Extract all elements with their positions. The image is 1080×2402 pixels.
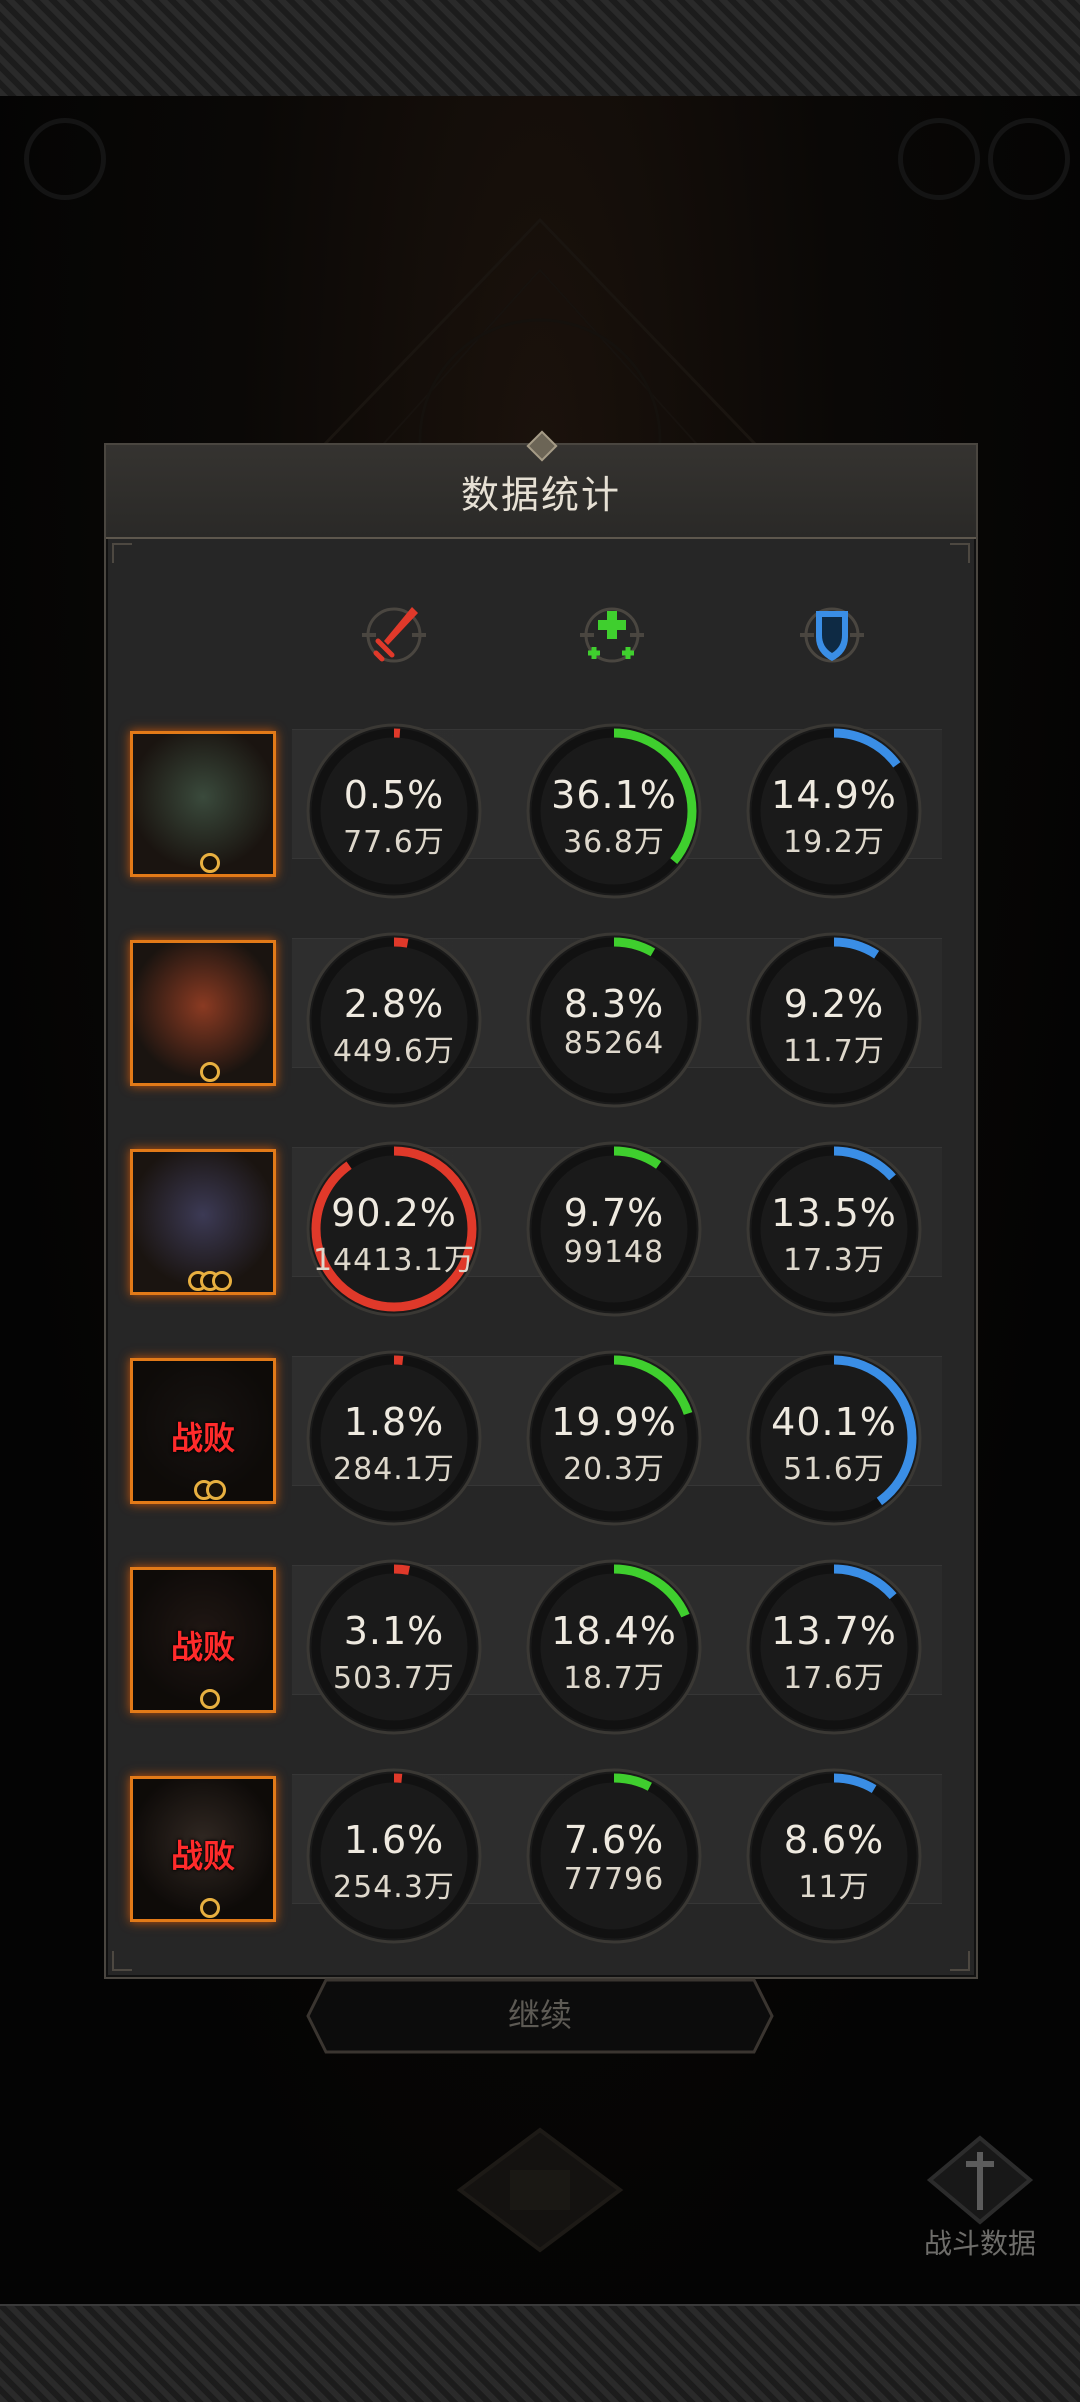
damage-amount: 77.6万 xyxy=(343,825,445,860)
damage-ring: 0.5% 77.6万 xyxy=(304,721,484,901)
heal-amount: 18.7万 xyxy=(563,1661,665,1696)
tank-ring: 9.2% 11.7万 xyxy=(744,930,924,1110)
hero-star-rank xyxy=(200,853,220,877)
damage-amount: 449.6万 xyxy=(333,1034,455,1069)
damage-amount: 14413.1万 xyxy=(312,1243,476,1278)
damage-percent: 2.8% xyxy=(343,982,445,1026)
hero-row: 战败 1.6% 254.3万 7.6% 77796 8.6% 11万 xyxy=(106,1748,976,1944)
battle-data-label: 战斗数据 xyxy=(923,2227,1036,2260)
damage-percent: 1.6% xyxy=(343,1818,445,1862)
bottom-frame xyxy=(0,2304,1080,2402)
star-ring-icon xyxy=(200,853,220,873)
hero-star-rank xyxy=(194,1480,226,1504)
hero-row: 0.5% 77.6万 36.1% 36.8万 14.9% 19.2万 xyxy=(106,703,976,899)
hero-row: 战败 3.1% 503.7万 18.4% 18.7万 13.7% 17.6万 xyxy=(106,1539,976,1735)
panel-title: 数据统计 xyxy=(460,472,621,517)
tank-ring: 14.9% 19.2万 xyxy=(744,721,924,901)
heal-percent: 36.1% xyxy=(551,773,677,817)
tank-percent: 40.1% xyxy=(771,1400,897,1444)
heal-percent: 9.7% xyxy=(563,1191,665,1235)
heal-amount: 20.3万 xyxy=(563,1452,665,1487)
settings-icon xyxy=(988,118,1070,200)
heal-ring: 18.4% 18.7万 xyxy=(524,1557,704,1737)
hero-row: 90.2% 14413.1万 9.7% 99148 13.5% 17.3万 xyxy=(106,1121,976,1317)
hero-star-rank xyxy=(200,1689,220,1713)
damage-ring: 1.6% 254.3万 xyxy=(304,1766,484,1946)
damage-ring: 2.8% 449.6万 xyxy=(304,930,484,1110)
heal-ring: 36.1% 36.8万 xyxy=(524,721,704,901)
tank-amount: 11万 xyxy=(798,1870,870,1905)
damage-amount: 284.1万 xyxy=(333,1452,455,1487)
heal-percent: 19.9% xyxy=(551,1400,677,1444)
star-ring-icon xyxy=(206,1480,226,1500)
tank-ring: 13.5% 17.3万 xyxy=(744,1139,924,1319)
tank-amount: 51.6万 xyxy=(783,1452,885,1487)
heal-ring: 9.7% 99148 xyxy=(524,1139,704,1319)
heal-amount: 85264 xyxy=(563,1026,665,1061)
heal-amount: 77796 xyxy=(563,1862,665,1897)
continue-button[interactable]: 继续 xyxy=(306,1976,774,2056)
hero-star-rank xyxy=(188,1271,232,1295)
defeat-label: 战败 xyxy=(170,1837,235,1875)
heal-ring: 7.6% 77796 xyxy=(524,1766,704,1946)
corner-ornament xyxy=(112,543,132,563)
tank-percent: 8.6% xyxy=(783,1818,885,1862)
corner-ornament xyxy=(950,543,970,563)
heal-ring: 8.3% 85264 xyxy=(524,930,704,1110)
heal-ring: 19.9% 20.3万 xyxy=(524,1348,704,1528)
tank-amount: 17.6万 xyxy=(783,1661,885,1696)
star-ring-icon xyxy=(212,1271,232,1291)
heal-amount: 36.8万 xyxy=(563,825,665,860)
panel-header: 数据统计 xyxy=(106,430,976,539)
hero-star-rank xyxy=(200,1898,220,1922)
damage-ring: 90.2% 14413.1万 xyxy=(304,1139,484,1319)
damage-amount: 503.7万 xyxy=(333,1661,455,1696)
statistics-panel: 数据统计 0.5% 77.6万 36.1% 36.8万 14.9% 19.2万 2.8% 44… xyxy=(104,430,978,1979)
damage-percent: 1.8% xyxy=(343,1400,445,1444)
damage-percent: 3.1% xyxy=(343,1609,445,1653)
hero-row: 战败 1.8% 284.1万 19.9% 20.3万 40.1% 51.6万 xyxy=(106,1330,976,1526)
defeat-label: 战败 xyxy=(170,1628,235,1666)
damage-percent: 0.5% xyxy=(343,773,445,817)
hero-row: 2.8% 449.6万 8.3% 85264 9.2% 11.7万 xyxy=(106,912,976,1108)
battle-emblem-icon xyxy=(456,2127,624,2253)
battle-data-icon xyxy=(926,2135,1034,2225)
damage-ring: 1.8% 284.1万 xyxy=(304,1348,484,1528)
tank-ring: 8.6% 11万 xyxy=(744,1766,924,1946)
corner-ornament xyxy=(950,1951,970,1971)
heal-percent: 8.3% xyxy=(563,982,665,1026)
tank-amount: 11.7万 xyxy=(783,1034,885,1069)
corner-ornament xyxy=(112,1951,132,1971)
tank-ring: 13.7% 17.6万 xyxy=(744,1557,924,1737)
continue-label: 继续 xyxy=(507,1996,572,2034)
battle-data-button[interactable]: 战斗数据 xyxy=(880,2130,1080,2280)
tank-ring: 40.1% 51.6万 xyxy=(744,1348,924,1528)
tank-percent: 9.2% xyxy=(783,982,885,1026)
tank-amount: 17.3万 xyxy=(783,1243,885,1278)
speed-icon xyxy=(898,118,980,200)
shield-defense-icon xyxy=(792,595,872,675)
star-ring-icon xyxy=(200,1689,220,1709)
top-frame xyxy=(0,0,1080,98)
defeat-label: 战败 xyxy=(170,1419,235,1457)
tank-amount: 19.2万 xyxy=(783,825,885,860)
hero-star-rank xyxy=(200,1062,220,1086)
tank-percent: 13.7% xyxy=(771,1609,897,1653)
healing-cross-icon xyxy=(572,595,652,675)
heal-amount: 99148 xyxy=(563,1235,665,1270)
star-ring-icon xyxy=(200,1898,220,1918)
heal-percent: 7.6% xyxy=(563,1818,665,1862)
tank-percent: 13.5% xyxy=(771,1191,897,1235)
tank-percent: 14.9% xyxy=(771,773,897,817)
sword-damage-icon xyxy=(354,595,434,675)
damage-percent: 90.2% xyxy=(331,1191,457,1235)
damage-amount: 254.3万 xyxy=(333,1870,455,1905)
star-ring-icon xyxy=(200,1062,220,1082)
heal-percent: 18.4% xyxy=(551,1609,677,1653)
replay-icon xyxy=(24,118,106,200)
damage-ring: 3.1% 503.7万 xyxy=(304,1557,484,1737)
